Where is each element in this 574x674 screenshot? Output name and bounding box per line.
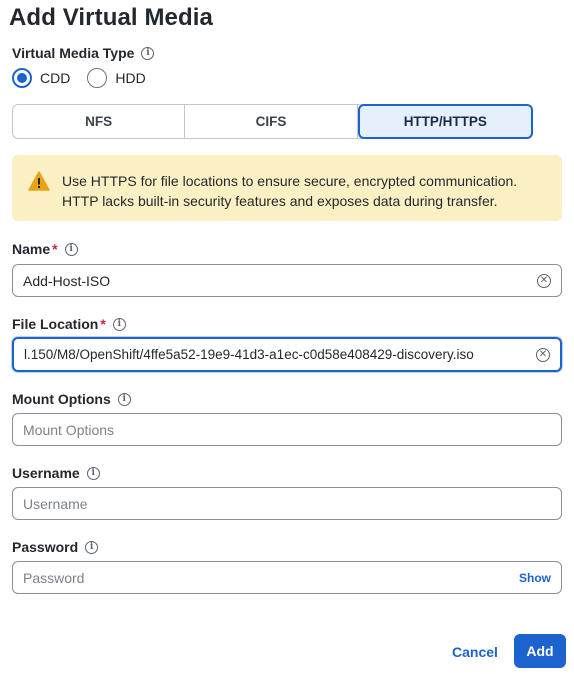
info-icon[interactable]: i xyxy=(112,317,126,331)
show-password-button[interactable]: Show xyxy=(519,571,551,585)
mount-options-placeholder[interactable]: Mount Options xyxy=(23,422,551,438)
info-icon[interactable]: i xyxy=(117,392,131,406)
clear-icon[interactable]: ✕ xyxy=(536,347,550,362)
tab-nfs[interactable]: NFS xyxy=(13,105,186,138)
https-warning-alert: Use HTTPS for file locations to ensure s… xyxy=(12,155,562,221)
media-type-label: Virtual Media Type xyxy=(12,45,135,61)
info-icon[interactable]: i xyxy=(64,242,78,256)
password-label: Password xyxy=(12,539,79,555)
username-label-row: Username i xyxy=(12,465,100,481)
username-field[interactable]: Username xyxy=(12,487,562,520)
required-marker: * xyxy=(52,241,58,257)
add-button[interactable]: Add xyxy=(514,634,566,668)
alert-message: Use HTTPS for file locations to ensure s… xyxy=(62,171,517,221)
protocol-segmented-control: NFS CIFS HTTP/HTTPS xyxy=(12,104,533,139)
tab-cifs[interactable]: CIFS xyxy=(185,105,358,138)
media-type-radio-group: CDD HDD xyxy=(12,68,163,88)
alert-line-2: HTTP lacks built-in security features an… xyxy=(62,193,498,209)
name-field-value[interactable]: Add-Host-ISO xyxy=(23,273,537,289)
clear-icon[interactable]: ✕ xyxy=(537,273,551,288)
file-location-field-value[interactable]: l.150/M8/OpenShift/4ffe5a52-19e9-41d3-a1… xyxy=(24,347,536,362)
radio-hdd[interactable] xyxy=(87,68,108,88)
alert-line-1: Use HTTPS for file locations to ensure s… xyxy=(62,173,518,189)
username-placeholder[interactable]: Username xyxy=(23,496,551,512)
name-label-row: Name * i xyxy=(12,241,78,257)
password-label-row: Password i xyxy=(12,539,99,555)
file-location-field[interactable]: l.150/M8/OpenShift/4ffe5a52-19e9-41d3-a1… xyxy=(12,337,562,372)
warning-icon xyxy=(28,171,50,191)
media-type-label-row: Virtual Media Type i xyxy=(12,45,155,61)
password-field[interactable]: Password Show xyxy=(12,561,562,594)
file-location-label: File Location xyxy=(12,316,99,332)
radio-hdd-label[interactable]: HDD xyxy=(115,70,145,86)
info-icon[interactable]: i xyxy=(86,466,100,480)
radio-cdd[interactable] xyxy=(12,68,32,88)
mount-options-field[interactable]: Mount Options xyxy=(12,413,562,446)
name-field[interactable]: Add-Host-ISO ✕ xyxy=(12,264,562,297)
info-icon[interactable]: i xyxy=(85,540,99,554)
name-label: Name xyxy=(12,241,51,257)
username-label: Username xyxy=(12,465,80,481)
mount-options-label: Mount Options xyxy=(12,391,111,407)
mount-options-label-row: Mount Options i xyxy=(12,391,131,407)
page-title: Add Virtual Media xyxy=(9,4,213,31)
file-location-label-row: File Location * i xyxy=(12,316,126,332)
password-placeholder[interactable]: Password xyxy=(23,570,519,586)
info-icon[interactable]: i xyxy=(141,46,155,60)
required-marker: * xyxy=(100,316,106,332)
radio-cdd-label[interactable]: CDD xyxy=(40,70,70,86)
tab-http-https[interactable]: HTTP/HTTPS xyxy=(357,104,533,139)
cancel-button[interactable]: Cancel xyxy=(444,636,506,668)
